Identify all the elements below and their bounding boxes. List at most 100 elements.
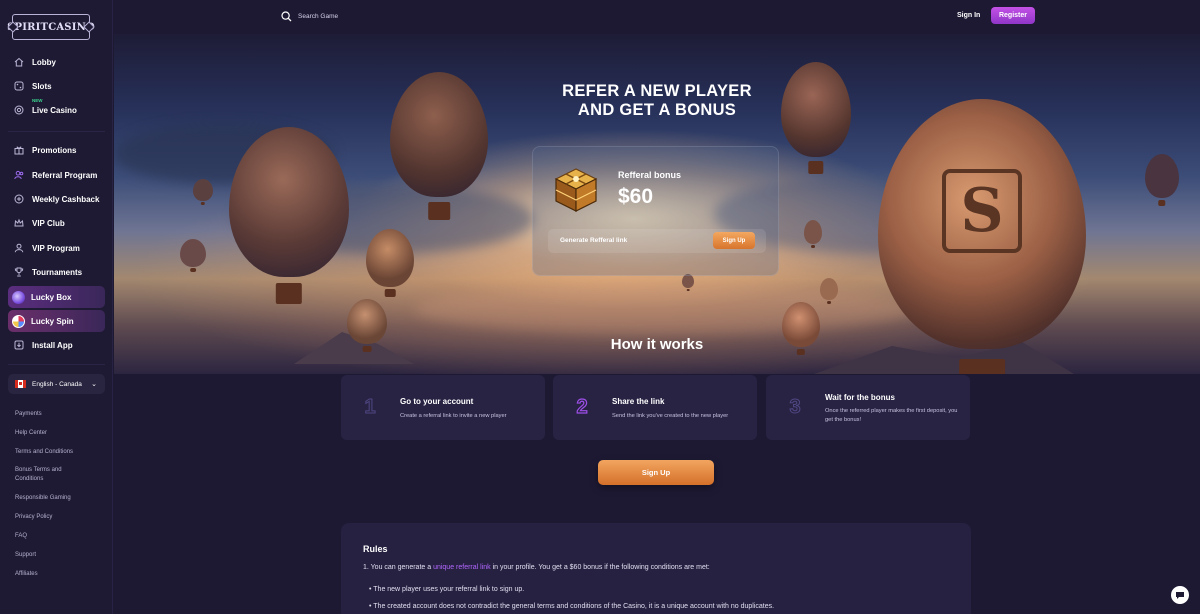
generate-referral-row: Generate Refferal link Sign Up [548,229,766,253]
sidebar-item-label: Promotions [32,145,77,155]
sidebar-item-label: Weekly Cashback [32,194,100,204]
rules-paragraph: 1. You can generate a unique referral li… [363,564,710,571]
footer-link-privacy[interactable]: Privacy Policy [15,513,95,522]
hero-title-line1: REFER A NEW PLAYER [562,82,752,100]
top-bar: Search Game Sign In Register [114,0,1200,34]
language-selector[interactable]: English - Canada ⌄ [8,374,105,394]
rules-text: in your profile. You get a $60 bonus if … [490,564,710,571]
hero-title: REFER A NEW PLAYER AND GET A BONUS [114,82,1200,120]
sidebar-divider [8,131,105,132]
search-placeholder: Search Game [298,12,339,20]
generate-referral-label: Generate Refferal link [560,237,628,244]
footer-link-support[interactable]: Support [15,551,95,560]
sidebar-item-label: VIP Club [32,218,65,228]
rules-bullet: • The new player uses your referral link… [369,586,525,593]
lucky-spin-icon [12,314,25,328]
lucky-box-icon [12,290,25,304]
step-description: Send the link you've created to the new … [612,413,729,419]
footer-link-terms[interactable]: Terms and Conditions [15,448,95,457]
hero-title-line2: AND GET A BONUS [577,101,737,119]
download-icon [14,340,24,350]
footer-link-faq[interactable]: FAQ [15,532,95,541]
chip-icon [14,105,24,115]
sidebar-item-live-casino[interactable]: NEW Live Casino [8,98,105,121]
rules-section: Rules 1. You can generate a unique refer… [341,523,971,614]
sidebar-item-tournaments[interactable]: Tournaments [8,261,105,283]
bonus-amount: $60 [618,185,654,208]
user-icon [14,243,24,253]
card-sign-up-button[interactable]: Sign Up [713,232,755,249]
users-icon [14,170,24,180]
search-input[interactable]: Search Game [281,8,371,24]
referral-bonus-card: Refferal bonus $60 Generate Refferal lin… [532,146,779,276]
step-number: 1 [364,395,376,418]
rules-bullet: • The created account does not contradic… [369,603,775,610]
sidebar-item-referral-program[interactable]: Referral Program [8,164,105,186]
logo[interactable]: SPIRITCASINO [7,14,95,40]
footer-link-help-center[interactable]: Help Center [15,429,95,438]
unique-referral-link[interactable]: unique referral link [433,564,491,571]
footer-link-responsible-gaming[interactable]: Responsible Gaming [15,494,95,503]
sidebar-item-label: Live Casino [32,105,77,115]
hero-banner: S REFER A NEW PLAYER AND GET A BONUS Ref… [114,34,1200,374]
canada-flag-icon [15,380,26,388]
sidebar-item-lucky-box[interactable]: Lucky Box [8,286,105,308]
sidebar-item-vip-program[interactable]: VIP Program [8,237,105,259]
hot-air-balloon [366,229,414,287]
sign-up-button[interactable]: Sign Up [598,460,714,485]
chat-button[interactable] [1171,586,1189,604]
language-label: English - Canada [32,380,82,388]
footer-link-bonus-terms[interactable]: Bonus Terms and Conditions [15,466,75,483]
crown-icon [14,218,24,228]
step-title: Go to your account [400,397,474,406]
chevron-down-icon: ⌄ [91,381,97,388]
how-it-works-title: How it works [610,336,704,353]
sidebar-item-weekly-cashback[interactable]: Weekly Cashback [8,188,105,210]
sidebar-item-lobby[interactable]: Lobby [8,51,105,73]
bonus-label: Refferal bonus [618,170,682,180]
sidebar-item-label: Referral Program [32,170,98,180]
new-badge: NEW [32,98,43,103]
step-description: Create a referral link to invite a new p… [400,413,507,419]
step-title: Wait for the bonus [825,393,895,402]
step-card-1: 1 Go to your account Create a referral l… [341,375,545,440]
step-card-2: 2 Share the link Send the link you've cr… [553,375,757,440]
step-number: 2 [576,395,588,418]
hot-air-balloon [180,239,206,267]
hot-air-balloon [1145,154,1179,198]
sidebar: SPIRITCASINO Lobby Slots NEW Live Casino… [0,0,113,614]
hot-air-balloon [193,179,213,201]
rules-heading: Rules [363,544,388,554]
sidebar-item-vip-club[interactable]: VIP Club [8,212,105,234]
hot-air-balloon [682,274,694,288]
sidebar-item-slots[interactable]: Slots [8,75,105,97]
sidebar-item-label: Tournaments [32,267,83,277]
footer-link-payments[interactable]: Payments [15,410,95,419]
step-card-3: 3 Wait for the bonus Once the referred p… [766,375,970,440]
sidebar-divider [8,364,105,365]
hot-air-balloon: S [878,99,1086,349]
trophy-icon [14,267,24,277]
dice-icon [14,81,24,91]
treasure-chest-icon [554,168,598,212]
sidebar-item-label: Lucky Spin [31,316,74,326]
rules-text: 1. You can generate a [363,564,434,571]
footer-link-affiliates[interactable]: Affiliates [15,570,95,579]
sidebar-item-lucky-spin[interactable]: Lucky Spin [8,310,105,332]
step-title: Share the link [612,397,665,406]
gift-icon [14,145,24,155]
sidebar-item-install-app[interactable]: Install App [8,334,105,356]
sidebar-item-label: Lucky Box [31,292,72,302]
sidebar-item-promotions[interactable]: Promotions [8,139,105,161]
hot-air-balloon [820,278,838,300]
register-button[interactable]: Register [991,7,1035,24]
sidebar-item-label: Lobby [32,57,56,67]
sidebar-item-label: Install App [32,340,73,350]
chat-icon [1176,592,1184,599]
search-icon [281,10,292,21]
sidebar-item-label: VIP Program [32,243,80,253]
cashback-icon [14,194,24,204]
balloon-emblem-icon: S [942,169,1022,253]
sign-in-button[interactable]: Sign In [957,12,980,19]
step-description: Once the referred player makes the first… [825,408,958,423]
